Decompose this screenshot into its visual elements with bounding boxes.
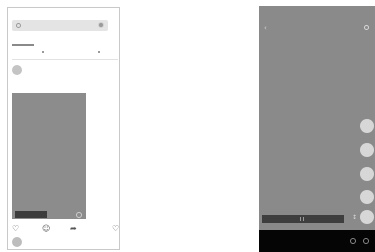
compass-icon[interactable]	[350, 238, 356, 244]
avatar[interactable]	[12, 65, 22, 75]
side-action-button[interactable]	[360, 210, 374, 224]
post-media[interactable]	[12, 93, 86, 219]
power-icon[interactable]	[363, 238, 369, 244]
active-tab-underline	[12, 44, 34, 46]
bottom-bar	[259, 230, 375, 252]
side-action-button[interactable]	[360, 119, 374, 133]
tab-strip	[12, 44, 118, 60]
share-icon[interactable]: ➦	[70, 224, 77, 234]
tab-indicator-dot[interactable]	[42, 51, 44, 53]
comment-icon[interactable]: ☺	[42, 224, 50, 234]
side-action-button[interactable]	[360, 167, 374, 181]
chevron-left-icon[interactable]: ‹	[264, 24, 267, 32]
expand-icon[interactable]: ↕	[352, 214, 357, 221]
search-icon	[16, 23, 21, 28]
search-icon[interactable]	[364, 25, 369, 30]
tab-indicator-dot[interactable]	[98, 51, 100, 53]
heart-icon[interactable]: ♡	[12, 224, 19, 234]
side-action-button[interactable]	[360, 190, 374, 204]
caption-bar	[262, 215, 344, 223]
feed-screen: ♡ ☺ ➦ ♡	[7, 7, 120, 250]
viewer-screen: ‹ ↕	[259, 6, 375, 252]
refresh-icon[interactable]	[76, 212, 82, 218]
caption-bar	[15, 211, 47, 218]
post-action-row: ♡ ☺ ➦ ♡	[12, 224, 119, 234]
search-bar[interactable]	[12, 20, 108, 31]
avatar[interactable]	[12, 237, 22, 247]
side-action-button[interactable]	[360, 143, 374, 157]
settings-icon[interactable]	[98, 22, 104, 28]
pause-icon[interactable]	[300, 217, 304, 221]
like-outline-icon[interactable]: ♡	[112, 224, 119, 234]
